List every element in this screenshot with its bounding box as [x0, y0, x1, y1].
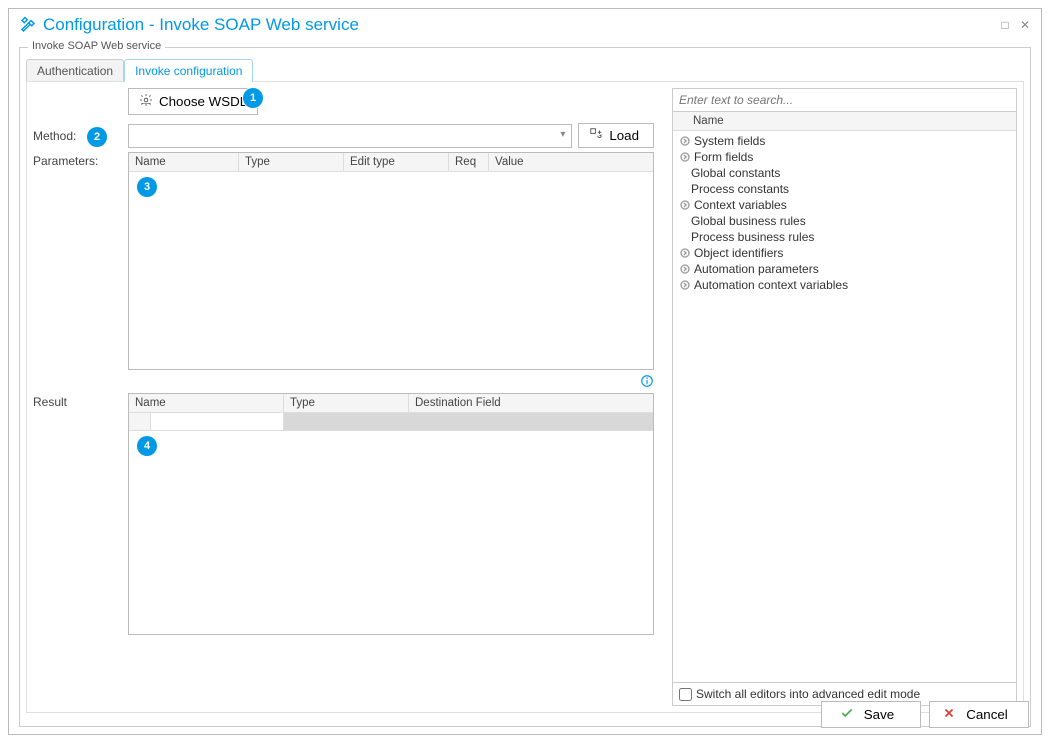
cancel-button[interactable]: Cancel [929, 701, 1029, 728]
badge-3: 3 [137, 177, 157, 197]
search-input[interactable] [673, 89, 1016, 112]
choose-wsdl-button[interactable]: Choose WSDL [128, 88, 258, 115]
tree-item-process-business-rules[interactable]: Process business rules [673, 229, 1016, 245]
chevron-right-icon [679, 279, 691, 291]
tree-item-process-constants[interactable]: Process constants [673, 181, 1016, 197]
result-grid[interactable]: Name Type Destination Field 4 [128, 393, 654, 635]
save-button[interactable]: Save [821, 701, 921, 728]
choose-wsdl-label: Choose WSDL [159, 94, 247, 109]
titlebar: Configuration - Invoke SOAP Web service … [9, 9, 1041, 41]
col-destination[interactable]: Destination Field [409, 394, 653, 412]
chevron-right-icon [679, 135, 691, 147]
gear-icon [139, 93, 153, 110]
advanced-mode-checkbox[interactable] [679, 688, 692, 701]
method-label: Method: 2 [33, 129, 105, 143]
window-buttons: □ ✕ [999, 19, 1031, 31]
tree-item-automation-context-variables[interactable]: Automation context variables [673, 277, 1016, 293]
save-label: Save [864, 707, 894, 722]
refresh-icon [589, 127, 603, 144]
result-header: Name Type Destination Field [129, 394, 653, 413]
badge-2: 2 [87, 127, 107, 147]
groupbox: Invoke SOAP Web service Authentication I… [19, 47, 1031, 727]
tree-item-automation-parameters[interactable]: Automation parameters [673, 261, 1016, 277]
tree-item-global-constants[interactable]: Global constants [673, 165, 1016, 181]
load-button[interactable]: Load [578, 123, 654, 148]
info-icon[interactable] [640, 374, 654, 391]
badge-4: 4 [137, 436, 157, 456]
tab-body: Choose WSDL 1 Method: 2 Load [26, 81, 1024, 713]
splitter-handle[interactable]: · · · · · [660, 88, 666, 706]
footer: Save Cancel [821, 701, 1029, 728]
tree-item-context-variables[interactable]: Context variables [673, 197, 1016, 213]
tab-strip: Authentication Invoke configuration [26, 58, 1030, 81]
group-label: Invoke SOAP Web service [28, 40, 165, 52]
chevron-right-icon [679, 151, 691, 163]
tree-item-form-fields[interactable]: Form fields [673, 149, 1016, 165]
advanced-mode-label: Switch all editors into advanced edit mo… [696, 687, 920, 701]
config-window: Configuration - Invoke SOAP Web service … [8, 8, 1042, 735]
left-column: Choose WSDL 1 Method: 2 Load [33, 88, 654, 706]
maximize-icon[interactable]: □ [999, 19, 1011, 31]
tree-item-global-business-rules[interactable]: Global business rules [673, 213, 1016, 229]
check-icon [840, 706, 854, 723]
tab-authentication[interactable]: Authentication [26, 59, 124, 82]
tab-invoke-configuration[interactable]: Invoke configuration [124, 59, 253, 82]
wrench-icon [19, 16, 37, 34]
load-label: Load [609, 128, 639, 143]
col-value[interactable]: Value [489, 153, 653, 171]
result-label: Result [33, 395, 105, 409]
parameters-grid[interactable]: Name Type Edit type Req Value 3 [128, 152, 654, 370]
col-name[interactable]: Name [129, 394, 284, 412]
chevron-right-icon [679, 247, 691, 259]
tree-item-object-identifiers[interactable]: Object identifiers [673, 245, 1016, 261]
cancel-icon [942, 706, 956, 723]
window-title: Configuration - Invoke SOAP Web service [43, 15, 999, 35]
col-edit-type[interactable]: Edit type [344, 153, 449, 171]
tree-header[interactable]: Name [673, 112, 1016, 131]
method-dropdown[interactable] [128, 124, 572, 148]
col-type[interactable]: Type [239, 153, 344, 171]
tree-item-system-fields[interactable]: System fields [673, 133, 1016, 149]
parameters-label: Parameters: [33, 154, 105, 168]
result-empty-row[interactable] [129, 413, 653, 431]
chevron-right-icon [679, 199, 691, 211]
col-req[interactable]: Req [449, 153, 489, 171]
col-type[interactable]: Type [284, 394, 409, 412]
right-panel: Name System fields Form fields Global co… [672, 88, 1017, 706]
chevron-right-icon [679, 263, 691, 275]
close-icon[interactable]: ✕ [1019, 19, 1031, 31]
cancel-label: Cancel [966, 707, 1008, 722]
tree: System fields Form fields Global constan… [673, 131, 1016, 682]
col-name[interactable]: Name [129, 153, 239, 171]
badge-1: 1 [243, 88, 263, 108]
params-header: Name Type Edit type Req Value [129, 153, 653, 172]
